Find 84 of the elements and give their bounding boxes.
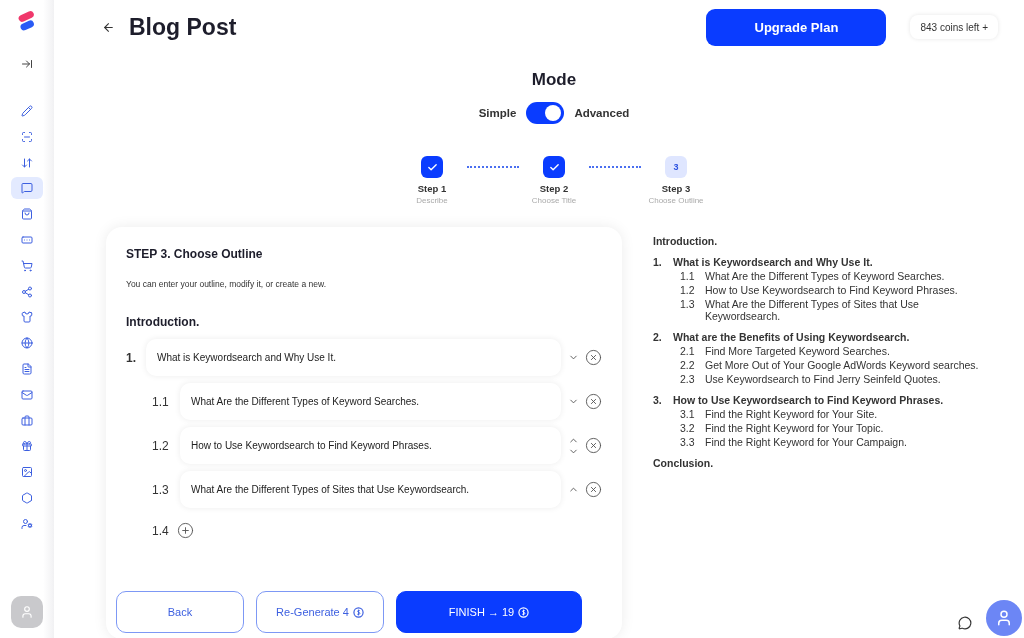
bag-icon xyxy=(21,208,33,221)
subsection-title: How to Use Keywordsearch to Find Keyword Phrases. xyxy=(705,284,958,296)
section-number: 3. xyxy=(653,394,663,406)
outline-input[interactable]: What Are the Different Types of Sites that Use Keywordsearch. xyxy=(180,471,561,508)
back-button[interactable]: Back xyxy=(116,591,244,633)
subsection-number: 2.2 xyxy=(680,359,696,371)
subsection-number: 1.2 xyxy=(680,284,696,296)
mail-icon xyxy=(21,388,33,401)
user-gear-icon xyxy=(21,517,33,530)
preview-heading: Conclusion. xyxy=(653,457,715,469)
subsection-title: Find the Right Keyword for Your Campaign. xyxy=(705,436,907,448)
toggle-label: Advanced xyxy=(574,107,630,119)
back-arrow-icon[interactable] xyxy=(102,20,115,34)
shirt-icon xyxy=(21,311,33,324)
step-label: Step 2 xyxy=(539,183,569,194)
remove-icon[interactable] xyxy=(585,437,602,454)
outline-input[interactable]: What Are the Different Types of Keyword Searches. xyxy=(180,383,561,420)
document-icon xyxy=(21,362,33,375)
toggle-label: Simple xyxy=(478,107,517,119)
subsection-title: What Are the Different Types of Keyword Searches. xyxy=(705,270,945,282)
sort-icon xyxy=(21,156,33,169)
coins-button[interactable]: 843 coins left + xyxy=(910,15,998,39)
subsection-title: Use Keywordsearch to Find Jerry Seinfeld Quotes. xyxy=(705,373,941,385)
subsection-title: What Are the Different Types of Sites that Use Keywordsearch. xyxy=(705,298,920,322)
cart-icon xyxy=(21,259,33,272)
subsection-title: Find More Targeted Keyword Searches. xyxy=(705,345,890,357)
dots-card-icon xyxy=(21,234,33,246)
collapse-icon[interactable] xyxy=(21,58,33,70)
mode-toggle[interactable] xyxy=(526,102,565,124)
assistant-icon[interactable] xyxy=(986,600,1022,636)
section-number: 1. xyxy=(653,256,663,268)
subsection-title: Find the Right Keyword for Your Topic. xyxy=(705,422,884,434)
subsection-number: 3.3 xyxy=(680,436,696,448)
intro-heading: Introduction. xyxy=(126,315,201,329)
subsection-number: 3.2 xyxy=(680,422,696,434)
outline-number: 1.1 xyxy=(152,394,170,409)
subsection-number: 1.1 xyxy=(680,270,696,282)
add-icon[interactable] xyxy=(176,522,194,539)
card-title: STEP 3. Choose Outline xyxy=(126,247,264,261)
remove-icon[interactable] xyxy=(585,393,602,410)
mode-title: Mode xyxy=(531,70,577,90)
share-icon xyxy=(21,285,33,298)
subsection-number: 2.3 xyxy=(680,373,696,385)
outline-input[interactable]: How to Use Keywordsearch to Find Keyword Phrases. xyxy=(180,427,561,464)
gift-icon xyxy=(21,440,33,453)
subsection-title: Get More Out of Your Google AdWords Keyword searches. xyxy=(705,359,979,371)
finish-button[interactable]: FINISH → 19 xyxy=(396,591,582,633)
sidebar-button[interactable] xyxy=(11,177,43,200)
coin-icon xyxy=(352,606,364,618)
regenerate-button[interactable]: Re-Generate 4 xyxy=(256,591,384,633)
step-label: Step 1 xyxy=(417,183,447,194)
outline-number: 1.2 xyxy=(152,438,170,453)
pencil-icon xyxy=(21,105,33,117)
coin-icon xyxy=(518,606,530,618)
section-title: What is Keywordsearch and Why Use It. xyxy=(673,256,873,268)
subsection-number: 1.3 xyxy=(680,298,696,312)
step-caption: Choose Title xyxy=(531,196,577,205)
preview-heading: Introduction. xyxy=(653,235,719,247)
globe-icon xyxy=(21,337,33,350)
remove-icon[interactable] xyxy=(585,481,602,498)
scan-icon xyxy=(21,130,33,143)
chat-icon[interactable] xyxy=(958,616,972,630)
remove-icon[interactable] xyxy=(585,349,602,366)
section-title: What are the Benefits of Using Keywordsearch. xyxy=(673,331,910,343)
page-title: Blog Post xyxy=(129,13,238,41)
step-caption: Describe xyxy=(416,196,448,205)
card-description: You can enter your outline, modify it, or create a new. xyxy=(126,279,328,289)
section-title: How to Use Keywordsearch to Find Keyword Phrases. xyxy=(673,394,944,406)
image-icon xyxy=(21,466,33,479)
hexagon-icon xyxy=(21,491,33,504)
subsection-title: Find the Right Keyword for Your Site. xyxy=(705,408,878,420)
subsection-number: 3.1 xyxy=(680,408,696,420)
chat-icon xyxy=(21,182,33,195)
outline-input[interactable]: What is Keywordsearch and Why Use It. xyxy=(146,339,561,376)
section-number: 2. xyxy=(653,331,663,343)
upgrade-button[interactable]: Upgrade Plan xyxy=(706,8,887,46)
step-number: 3 xyxy=(665,156,687,178)
outline-number: 1. xyxy=(126,350,137,365)
subsection-number: 2.1 xyxy=(680,345,696,357)
outline-number: 1.3 xyxy=(152,482,170,497)
outline-number: 1.4 xyxy=(152,523,169,538)
step-label: Step 3 xyxy=(661,183,691,194)
briefcase-icon xyxy=(21,414,33,427)
step-caption: Choose Outline xyxy=(648,196,704,205)
